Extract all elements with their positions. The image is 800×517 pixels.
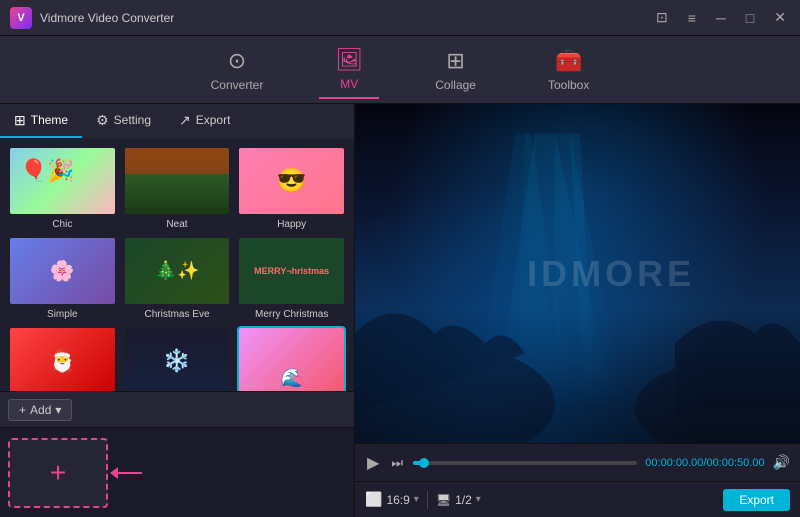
theme-tab-icon: ⊞ [14,112,26,129]
sub-tabs: ⊞ Theme ⚙ Setting ↗ Export [0,104,354,138]
subtab-export[interactable]: ↗ Export [165,104,244,138]
skip-button[interactable]: ⏭ [389,453,405,473]
tab-collage[interactable]: ⊞ Collage [419,42,492,98]
collage-label: Collage [435,78,476,92]
divider [427,491,428,509]
video-preview: IDMORE [355,104,800,443]
add-media-placeholder[interactable]: + [8,438,108,508]
subtab-theme[interactable]: ⊞ Theme [0,104,82,138]
theme-christmas-eve-label: Christmas Eve [144,309,209,320]
time-display: 00:00:00.00/00:00:50.00 [645,457,764,469]
aspect-ratio-value: 16:9 [386,493,409,507]
mv-label: MV [340,77,358,91]
mv-icon: 🖼 [335,47,363,73]
volume-icon[interactable]: 🔊 [773,454,790,471]
theme-neat[interactable]: Neat [123,146,232,230]
theme-stripes-waves[interactable]: Stripes & Waves [237,326,346,391]
bottom-bar: ⬜ 16:9 ▾ 🖥 1/2 ▾ Export [355,481,800,517]
screen-dropdown-arrow: ▾ [476,494,481,505]
media-strip: + [0,427,354,517]
app-logo: V [10,7,32,29]
tab-toolbox[interactable]: 🧰 Toolbox [532,42,605,98]
theme-merry-christmas-label: Merry Christmas [255,309,328,320]
progress-dot [419,458,429,468]
minimize-button[interactable]: ─ [712,8,730,28]
right-panel: IDMORE ▶ ⏭ 00:00:00.00/00:00:50.00 🔊 ⬜ 1… [355,104,800,517]
tab-converter[interactable]: ⊙ Converter [195,42,280,98]
theme-grid: Chic Neat Happy Simple [0,138,354,391]
theme-simple[interactable]: Simple [8,236,117,320]
converter-icon: ⊙ [228,48,246,74]
subtab-setting[interactable]: ⚙ Setting [82,104,165,138]
ratio-dropdown-arrow: ▾ [414,494,419,505]
theme-santa-claus[interactable]: Santa Claus [8,326,117,391]
app-title: Vidmore Video Converter [40,11,174,25]
setting-tab-icon: ⚙ [96,112,109,129]
converter-label: Converter [211,78,264,92]
arrow-line [118,472,142,474]
toolbox-label: Toolbox [548,78,589,92]
progress-bar[interactable] [413,461,637,465]
maximize-button[interactable]: □ [742,8,758,28]
add-button[interactable]: + Add ▾ [8,399,72,421]
watermark: IDMORE [527,253,695,295]
theme-happy[interactable]: Happy [237,146,346,230]
hamburger-icon[interactable]: ≡ [684,8,700,28]
nav-bar: ⊙ Converter 🖼 MV ⊞ Collage 🧰 Toolbox [0,36,800,104]
title-bar: V Vidmore Video Converter ⊡ ≡ ─ □ ✕ [0,0,800,36]
collage-icon: ⊞ [446,48,464,74]
tab-mv[interactable]: 🖼 MV [319,41,379,99]
ratio-icon: ⬜ [365,491,382,508]
screen-icon: 🖥 [436,493,451,507]
left-panel: ⊞ Theme ⚙ Setting ↗ Export Chic [0,104,355,517]
window-controls-icon[interactable]: ⊡ [652,7,672,28]
add-media-plus-icon: + [50,457,66,489]
screen-option-value: 1/2 [455,493,472,507]
aspect-ratio-select[interactable]: ⬜ 16:9 ▾ [365,491,419,508]
video-controls: ▶ ⏭ 00:00:00.00/00:00:50.00 🔊 [355,443,800,481]
screen-select[interactable]: 🖥 1/2 ▾ [436,493,481,507]
arrow-head [110,467,118,479]
export-tab-icon: ↗ [179,112,191,129]
theme-chic-label: Chic [52,219,72,230]
add-bar: + Add ▾ [0,391,354,427]
theme-chic[interactable]: Chic [8,146,117,230]
theme-neat-label: Neat [166,219,187,230]
export-button[interactable]: Export [723,489,790,511]
toolbox-icon: 🧰 [555,48,582,74]
theme-snowy-night[interactable]: Snowy Night [123,326,232,391]
theme-merry-christmas[interactable]: Merry Christmas [237,236,346,320]
theme-christmas-eve[interactable]: Christmas Eve [123,236,232,320]
title-bar-left: V Vidmore Video Converter [10,7,174,29]
window-controls: ⊡ ≡ ─ □ ✕ [652,7,790,28]
export-tab-label: Export [196,113,231,127]
play-button[interactable]: ▶ [365,451,381,475]
add-label: Add [30,403,51,417]
theme-happy-label: Happy [277,219,306,230]
theme-simple-label: Simple [47,309,78,320]
setting-tab-label: Setting [114,113,151,127]
main-content: ⊞ Theme ⚙ Setting ↗ Export Chic [0,104,800,517]
add-dropdown-icon: ▾ [55,403,61,417]
theme-tab-label: Theme [31,113,68,127]
close-button[interactable]: ✕ [770,7,790,28]
add-plus-icon: + [19,403,26,417]
arrow-indicator [111,467,142,479]
